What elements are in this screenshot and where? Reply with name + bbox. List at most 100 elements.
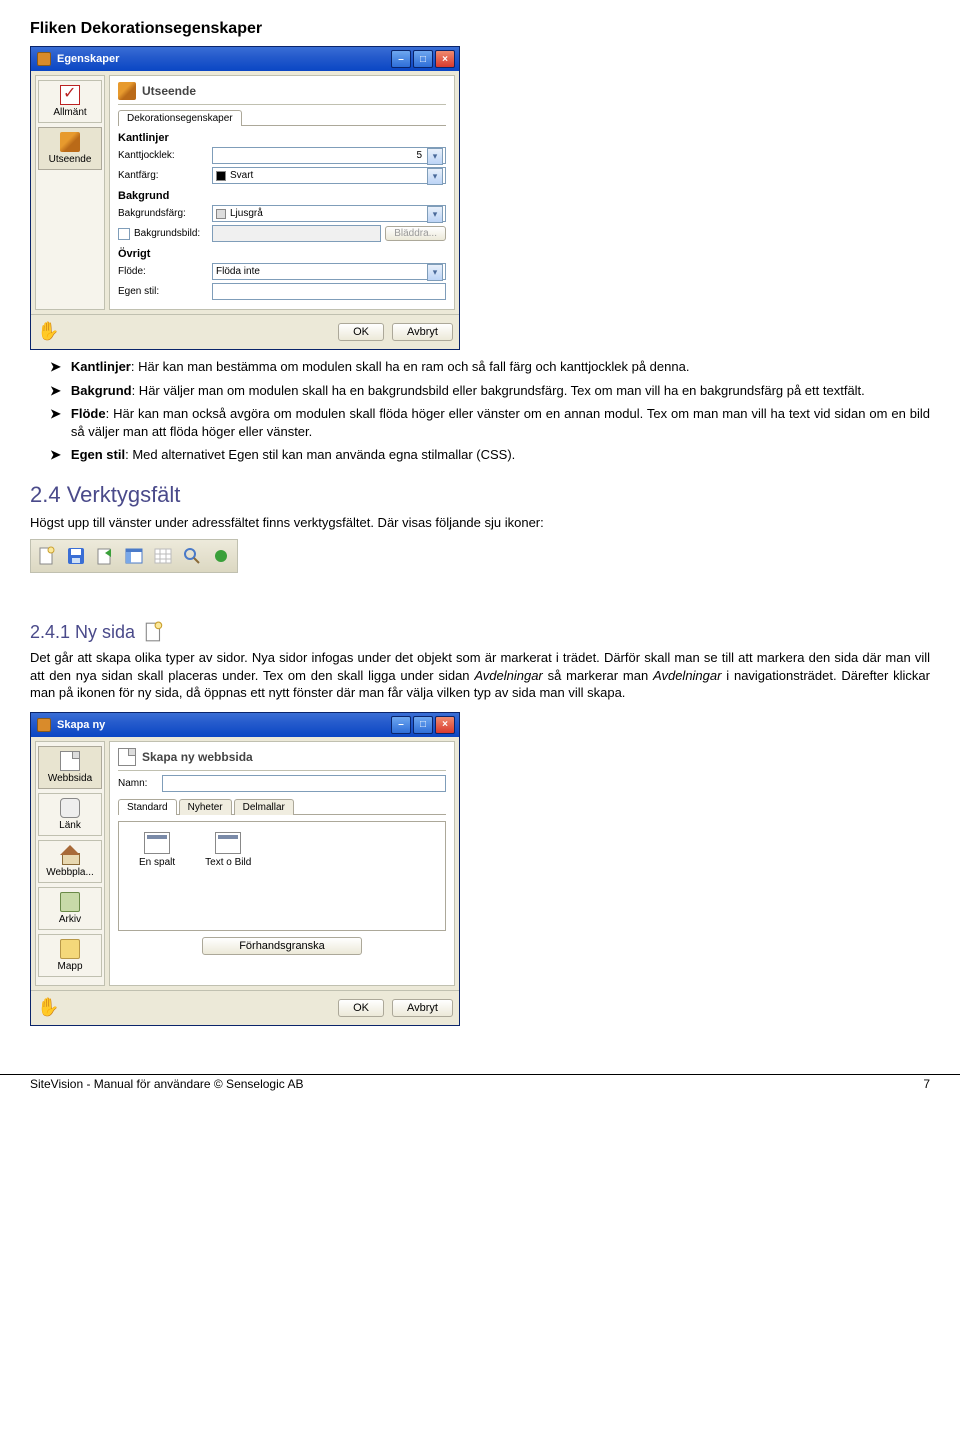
sidebar-item-label: Mapp xyxy=(57,961,82,972)
kanttjocklek-select[interactable]: 5 xyxy=(212,147,446,164)
brush-icon xyxy=(60,132,80,152)
group-bakgrund: Bakgrund xyxy=(118,190,446,202)
bullet-lead: Egen stil xyxy=(71,447,125,462)
label-kanttjocklek: Kanttjocklek: xyxy=(118,150,208,161)
bullet-body: : Här väljer man om modulen skall ha en … xyxy=(132,383,865,398)
online-icon[interactable] xyxy=(208,543,234,569)
cancel-button[interactable]: Avbryt xyxy=(392,999,453,1017)
minimize-icon[interactable]: – xyxy=(391,50,411,68)
dialog-egenskaper: Egenskaper – □ × Allmänt Utseende Utseen… xyxy=(30,46,460,350)
italic-word: Avdelningar xyxy=(653,668,721,683)
flode-value: Flöda inte xyxy=(216,266,260,277)
tab-nyheter[interactable]: Nyheter xyxy=(179,799,232,815)
sidebar-item-allmant[interactable]: Allmänt xyxy=(38,80,102,123)
namn-input[interactable] xyxy=(162,775,446,792)
sidebar-item-utseende[interactable]: Utseende xyxy=(38,127,102,170)
label-bakgrundsbild: Bakgrundsbild: xyxy=(134,228,200,239)
panel-title: Utseende xyxy=(142,84,196,98)
hand-icon xyxy=(37,321,59,343)
label-bakgrundsfarg: Bakgrundsfärg: xyxy=(118,208,208,219)
bakgrundsfarg-select[interactable]: Ljusgrå xyxy=(212,205,446,222)
link-icon xyxy=(60,798,80,818)
new-page-icon[interactable] xyxy=(34,543,60,569)
window-title: Egenskaper xyxy=(57,53,391,65)
bullet-lead: Bakgrund xyxy=(71,383,132,398)
bullet-lead: Flöde xyxy=(71,406,106,421)
archive-icon xyxy=(60,892,80,912)
bullet-list: ➤ Kantlinjer: Här kan man bestämma om mo… xyxy=(30,358,930,464)
footer-left: SiteVision - Manual för användare © Sens… xyxy=(30,1077,923,1091)
save-icon[interactable] xyxy=(63,543,89,569)
dialog-sidebar: Webbsida Länk Webbpla... Arkiv Mapp xyxy=(35,741,105,986)
sidebar-item-webbpla[interactable]: Webbpla... xyxy=(38,840,102,883)
sidebar-item-label: Utseende xyxy=(49,154,92,165)
check-icon xyxy=(60,85,80,105)
sidebar-item-label: Webbsida xyxy=(48,773,92,784)
label-egenstil: Egen stil: xyxy=(118,286,208,297)
tab-standard[interactable]: Standard xyxy=(118,799,177,815)
grid-icon[interactable] xyxy=(150,543,176,569)
maximize-icon[interactable]: □ xyxy=(413,716,433,734)
folder-icon xyxy=(60,939,80,959)
dialog-sidebar: Allmänt Utseende xyxy=(35,75,105,310)
template-item-textobild[interactable]: Text o Bild xyxy=(205,832,251,920)
list-item: ➤ Kantlinjer: Här kan man bestämma om mo… xyxy=(30,358,930,376)
app-icon xyxy=(37,52,51,66)
titlebar[interactable]: Egenskaper – □ × xyxy=(31,47,459,71)
brush-icon xyxy=(118,82,136,100)
list-item: ➤ Egen stil: Med alternativet Egen stil … xyxy=(30,446,930,464)
page-icon xyxy=(60,751,80,771)
close-icon[interactable]: × xyxy=(435,716,455,734)
bullet-body: : Här kan man bestämma om modulen skall … xyxy=(131,359,690,374)
bullet-body: : Här kan man också avgöra om modulen sk… xyxy=(71,406,930,439)
hand-icon xyxy=(37,997,59,1019)
group-ovrigt: Övrigt xyxy=(118,248,446,260)
sidebar-item-arkiv[interactable]: Arkiv xyxy=(38,887,102,930)
maximize-icon[interactable]: □ xyxy=(413,50,433,68)
kantfarg-select[interactable]: Svart xyxy=(212,167,446,184)
cancel-button[interactable]: Avbryt xyxy=(392,323,453,341)
publish-icon[interactable] xyxy=(92,543,118,569)
magnifier-icon[interactable] xyxy=(179,543,205,569)
sidebar-item-mapp[interactable]: Mapp xyxy=(38,934,102,977)
sidebar-item-label: Arkiv xyxy=(59,914,81,925)
sidebar-item-label: Länk xyxy=(59,820,81,831)
close-icon[interactable]: × xyxy=(435,50,455,68)
page-icon xyxy=(118,748,136,766)
tab-delmallar[interactable]: Delmallar xyxy=(234,799,294,815)
footer-rule xyxy=(0,1074,960,1075)
preview-button[interactable]: Förhandsgranska xyxy=(202,937,362,955)
window-title: Skapa ny xyxy=(57,719,391,731)
sidebar-item-lank[interactable]: Länk xyxy=(38,793,102,836)
browse-button[interactable]: Bläddra... xyxy=(385,226,446,241)
kanttjocklek-value: 5 xyxy=(416,150,422,161)
bullet-arrow-icon: ➤ xyxy=(50,405,61,423)
italic-word: Avdelningar xyxy=(474,668,542,683)
template-icon xyxy=(144,832,170,854)
bullet-arrow-icon: ➤ xyxy=(50,382,61,400)
color-swatch-icon xyxy=(216,171,226,181)
sidebar-item-label: Allmänt xyxy=(53,107,86,118)
titlebar[interactable]: Skapa ny – □ × xyxy=(31,713,459,737)
layout-icon[interactable] xyxy=(121,543,147,569)
bakgrundsbild-checkbox[interactable] xyxy=(118,228,130,240)
subsection-label: 2.4.1 Ny sida xyxy=(30,622,135,643)
egenstil-input[interactable] xyxy=(212,283,446,300)
app-icon xyxy=(37,718,51,732)
group-kantlinjer: Kantlinjer xyxy=(118,132,446,144)
minimize-icon[interactable]: – xyxy=(391,716,411,734)
ok-button[interactable]: OK xyxy=(338,323,384,341)
paragraph: Högst upp till vänster under adressfälte… xyxy=(30,514,930,532)
toolbar xyxy=(30,539,238,573)
sidebar-item-webbsida[interactable]: Webbsida xyxy=(38,746,102,789)
home-icon xyxy=(60,845,80,865)
template-label: En spalt xyxy=(139,857,175,868)
flode-select[interactable]: Flöda inte xyxy=(212,263,446,280)
template-item-enspalt[interactable]: En spalt xyxy=(139,832,175,920)
tab-dekorationsegenskaper[interactable]: Dekorationsegenskaper xyxy=(118,110,242,126)
ok-button[interactable]: OK xyxy=(338,999,384,1017)
kantfarg-value: Svart xyxy=(230,170,253,181)
bullet-arrow-icon: ➤ xyxy=(50,358,61,376)
panel-title: Skapa ny webbsida xyxy=(142,750,253,764)
dialog-main: Utseende Dekorationsegenskaper Kantlinje… xyxy=(109,75,455,310)
